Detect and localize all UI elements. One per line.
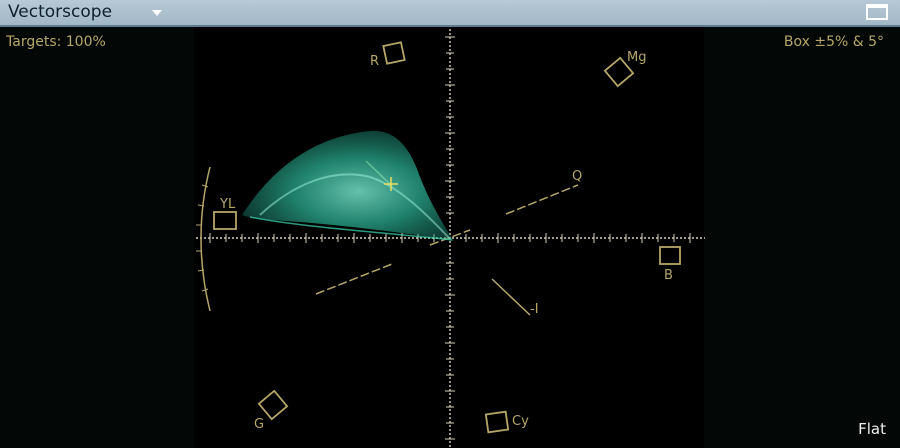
i-axis-label: -I [530,302,539,317]
display-mode-button[interactable]: Flat [858,420,886,438]
target-label-cy: Cy [512,414,529,429]
target-label-b: B [664,268,673,283]
i-axis-line [491,278,531,316]
vectorscope-window: Vectorscope R Mg B Cy G YL Q -I Targets:… [0,0,900,448]
target-box-g [257,389,289,421]
q-axis-line-negative [315,263,393,295]
target-box-cy [484,410,510,434]
q-axis-line [505,184,579,215]
target-label-yl: YL [219,197,236,212]
vector-trace [242,130,454,241]
target-box-r [382,41,406,65]
window-title: Vectorscope [8,2,113,22]
target-box-b [659,246,681,265]
q-axis-label: Q [572,169,582,184]
title-bar: Vectorscope [0,0,900,27]
target-label-g: G [254,417,264,432]
targets-percentage-label: Targets: 100% [6,34,106,50]
vectorscope-graticule: R Mg B Cy G YL Q -I [196,29,705,447]
target-label-mg: Mg [627,50,646,65]
title-menu-chevron-down-icon[interactable] [152,10,162,16]
maximize-window-icon[interactable] [866,4,888,20]
target-label-r: R [370,54,379,69]
target-box-yl [213,211,237,230]
box-tolerance-label: Box ±5% & 5° [783,34,884,50]
